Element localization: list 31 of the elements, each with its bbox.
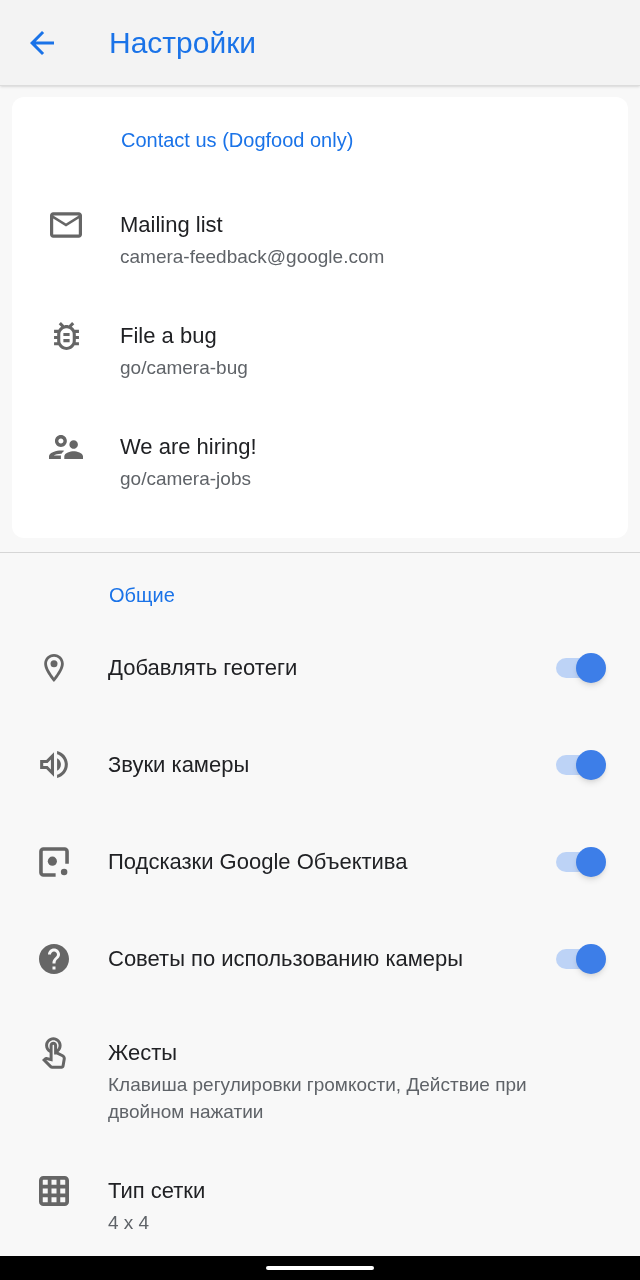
toggle-switch[interactable] — [554, 652, 606, 683]
item-title[interactable]: Добавлять геотеги — [108, 653, 554, 682]
item-title[interactable]: We are hiring! — [120, 433, 628, 461]
item-title[interactable]: Звуки камеры — [108, 750, 554, 779]
people-icon — [49, 435, 83, 459]
toggle-switch[interactable] — [554, 943, 606, 974]
back-arrow-icon — [30, 30, 54, 55]
item-subtitle: camera-feedback@google.com — [120, 245, 386, 269]
location-pin-icon — [44, 653, 64, 682]
toggle-switch[interactable] — [554, 846, 606, 877]
speaker-icon — [40, 751, 68, 778]
item-title[interactable]: Тип сетки — [108, 1177, 640, 1205]
item-subtitle: go/camera-bug — [120, 356, 249, 380]
bug-icon — [53, 322, 79, 350]
mail-icon — [50, 212, 82, 238]
help-icon — [39, 943, 69, 974]
hand-tap-icon — [42, 1037, 66, 1069]
grid-icon — [39, 1176, 69, 1206]
item-title[interactable]: File a bug — [120, 322, 628, 350]
item-subtitle: Клавиша регулировки громкости, Действие при двойном нажатии — [108, 1073, 528, 1124]
item-title[interactable]: Советы по использованию камеры — [108, 944, 554, 973]
toggle-switch[interactable] — [554, 749, 606, 780]
lens-frame-icon — [39, 846, 69, 877]
section-heading: Общие — [109, 582, 176, 608]
item-subtitle: go/camera-jobs — [120, 467, 252, 491]
item-title[interactable]: Подсказки Google Объектива — [108, 847, 554, 876]
section-heading: Contact us (Dogfood only) — [121, 128, 355, 153]
item-title[interactable]: Mailing list — [120, 211, 628, 239]
item-subtitle: 4 x 4 — [108, 1211, 151, 1235]
page-title: Настройки — [109, 24, 257, 61]
item-title[interactable]: Жесты — [108, 1039, 640, 1067]
